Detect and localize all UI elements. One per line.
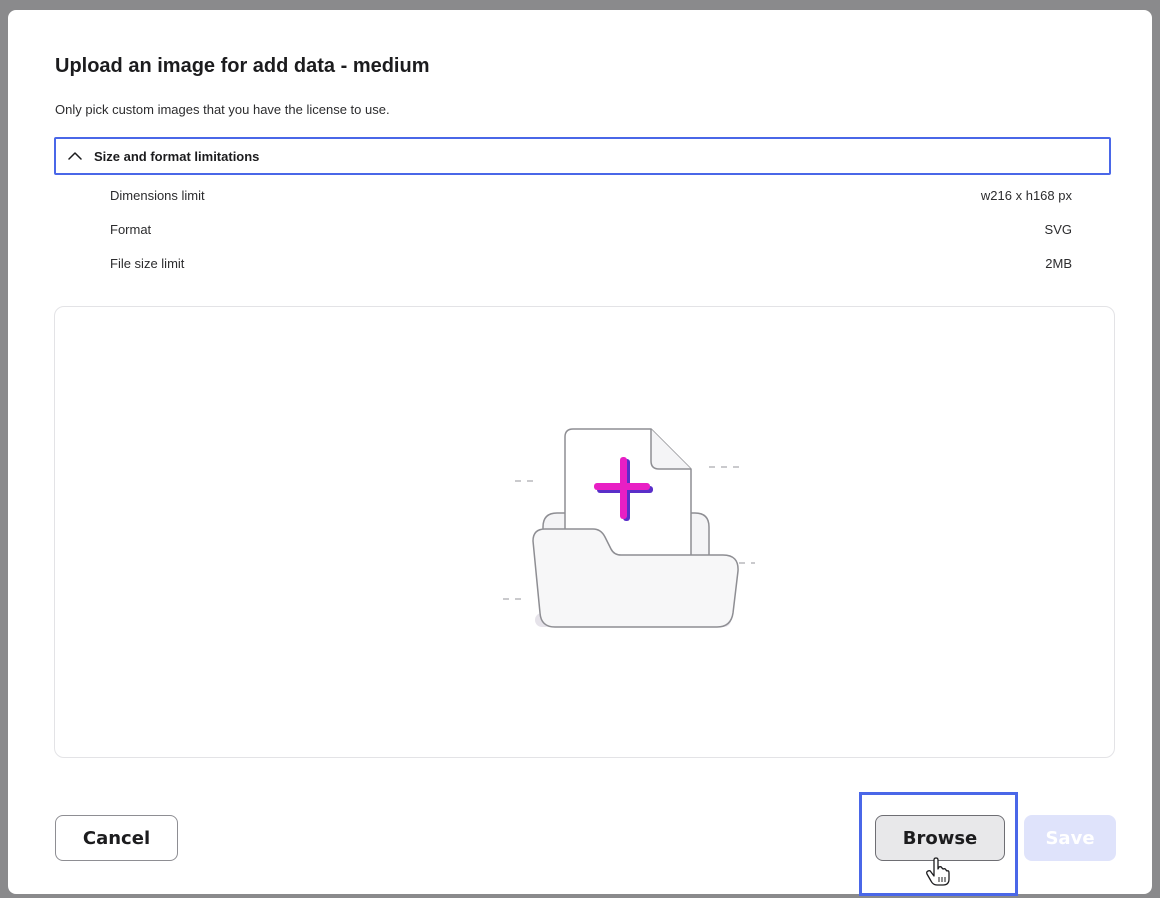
hand-pointer-cursor-icon bbox=[926, 857, 950, 886]
dialog-subtitle: Only pick custom images that you have th… bbox=[55, 102, 390, 117]
limitations-header-label: Size and format limitations bbox=[94, 148, 260, 164]
cancel-button[interactable]: Cancel bbox=[55, 815, 178, 861]
upload-image-dialog: Upload an image for add data - medium On… bbox=[8, 10, 1152, 896]
limit-row-format: Format SVG bbox=[110, 222, 1072, 256]
limit-row-dimensions: Dimensions limit w216 x h168 px bbox=[110, 188, 1072, 222]
limitations-list: Dimensions limit w216 x h168 px Format S… bbox=[110, 188, 1072, 290]
limit-value: w216 x h168 px bbox=[980, 188, 1072, 203]
folder-with-add-file-icon bbox=[503, 428, 755, 628]
image-dropzone[interactable] bbox=[54, 306, 1115, 758]
limit-value: SVG bbox=[1044, 222, 1072, 237]
limitations-accordion-header[interactable]: Size and format limitations bbox=[54, 137, 1111, 175]
limit-value: 2MB bbox=[1045, 256, 1072, 271]
limit-label: Dimensions limit bbox=[110, 188, 205, 203]
limit-row-file-size: File size limit 2MB bbox=[110, 256, 1072, 290]
dialog-title: Upload an image for add data - medium bbox=[55, 55, 430, 77]
limit-label: File size limit bbox=[110, 256, 185, 271]
chevron-up-icon bbox=[66, 147, 84, 165]
browse-button[interactable]: Browse bbox=[875, 815, 1005, 861]
limit-label: Format bbox=[110, 222, 152, 237]
save-button[interactable]: Save bbox=[1024, 815, 1116, 861]
